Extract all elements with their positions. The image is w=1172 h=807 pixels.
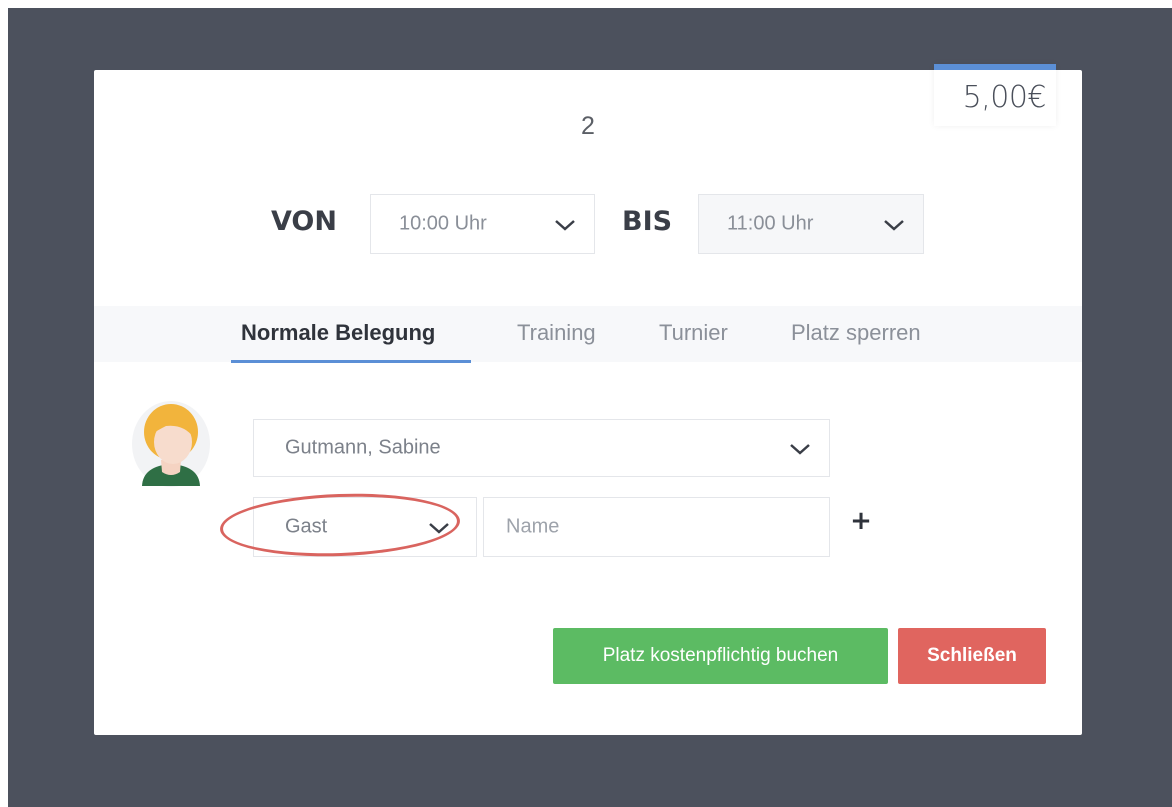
time-range-row: VON 10:00 Uhr BIS 11:00 Uhr bbox=[94, 194, 1082, 254]
chevron-down-icon bbox=[429, 523, 449, 534]
to-label: BIS bbox=[622, 206, 673, 237]
guest-type-value: Gast bbox=[285, 515, 328, 538]
guest-name-placeholder: Name bbox=[506, 515, 560, 538]
tab-platz-sperren[interactable]: Platz sperren bbox=[791, 320, 921, 346]
tab-training[interactable]: Training bbox=[517, 320, 596, 346]
player-value: Gutmann, Sabine bbox=[285, 436, 441, 459]
from-time-select[interactable]: 10:00 Uhr bbox=[370, 194, 595, 254]
tab-turnier[interactable]: Turnier bbox=[659, 320, 728, 346]
close-button[interactable]: Schließen bbox=[898, 628, 1046, 684]
chevron-down-icon bbox=[790, 444, 810, 455]
chevron-down-icon bbox=[555, 220, 575, 231]
user-avatar-icon bbox=[132, 401, 210, 487]
from-label: VON bbox=[271, 206, 337, 237]
guest-name-input[interactable]: Name bbox=[483, 497, 830, 557]
tab-normale-belegung[interactable]: Normale Belegung bbox=[241, 320, 435, 346]
active-tab-indicator bbox=[231, 360, 471, 363]
price-value: 5,00€ bbox=[962, 80, 1047, 115]
to-time-value: 11:00 Uhr bbox=[727, 212, 814, 235]
chevron-down-icon bbox=[884, 220, 904, 231]
booking-modal: 5,00€ 2 VON 10:00 Uhr BIS 11:00 Uhr Norm… bbox=[94, 64, 1082, 735]
to-time-select[interactable]: 11:00 Uhr bbox=[698, 194, 924, 254]
guest-type-select[interactable]: Gast bbox=[253, 497, 477, 557]
player-select[interactable]: Gutmann, Sabine bbox=[253, 419, 830, 477]
from-time-value: 10:00 Uhr bbox=[399, 212, 487, 235]
add-player-button[interactable]: + bbox=[846, 506, 876, 536]
book-court-button[interactable]: Platz kostenpflichtig buchen bbox=[553, 628, 888, 684]
court-number: 2 bbox=[581, 112, 595, 140]
